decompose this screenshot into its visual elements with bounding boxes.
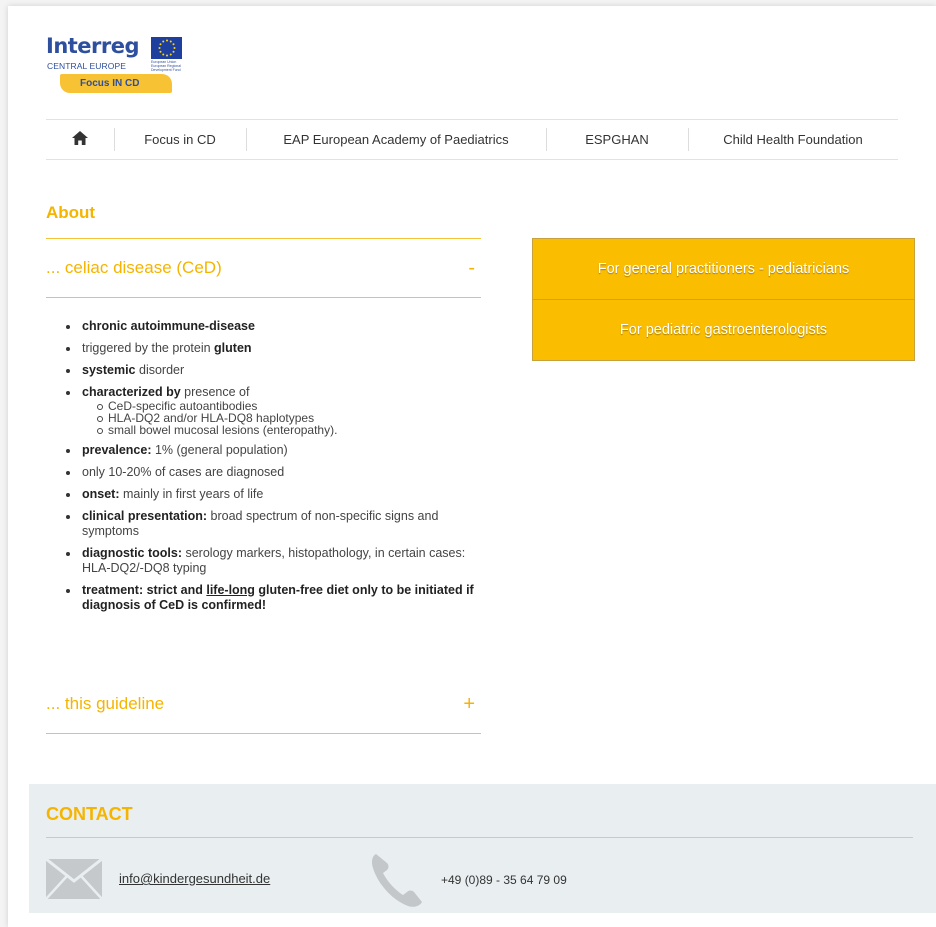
collapse-icon: - xyxy=(468,256,475,279)
accordion-celiac-disease[interactable]: ... celiac disease (CeD) - xyxy=(46,239,481,297)
logo-badge: Focus IN CD xyxy=(60,74,172,93)
logo-subtitle: CENTRAL EUROPE xyxy=(47,61,127,71)
list-item: only 10-20% of cases are diagnosed xyxy=(64,465,484,480)
nav-focus-in-cd[interactable]: Focus in CD xyxy=(114,120,246,159)
phone-number: +49 (0)89 - 35 64 79 09 xyxy=(441,873,567,887)
interreg-logo[interactable]: Interreg CENTRAL EUROPE European Union E… xyxy=(46,34,186,96)
divider xyxy=(46,297,481,298)
list-item: systemic disorder xyxy=(64,363,484,378)
list-item: chronic autoimmune-disease xyxy=(64,319,484,334)
pediatric-gastro-button[interactable]: For pediatric gastroenterologists xyxy=(532,299,915,361)
accordion-title: ... this guideline xyxy=(46,694,165,713)
nav-home[interactable] xyxy=(46,120,114,159)
list-item: diagnostic tools: serology markers, hist… xyxy=(64,546,484,576)
logo-fine-print: European Union European Regional Develop… xyxy=(151,60,181,72)
logo-wordmark: Interreg xyxy=(46,34,140,58)
nav-label: Focus in CD xyxy=(144,132,216,147)
nav-label: EAP European Academy of Paediatrics xyxy=(283,132,509,147)
list-item: triggered by the protein gluten xyxy=(64,341,484,356)
eu-flag-icon xyxy=(151,37,182,59)
email-link[interactable]: info@kindergesundheit.de xyxy=(119,871,270,886)
contact-section: CONTACT info@kindergesundheit.de +49 (0)… xyxy=(29,784,936,913)
divider xyxy=(46,733,481,734)
gp-pediatricians-button[interactable]: For general practitioners - pediatrician… xyxy=(532,238,915,300)
mail-icon xyxy=(45,857,103,903)
phone-icon xyxy=(370,852,424,912)
sub-list-item: small bowel mucosal lesions (enteropathy… xyxy=(96,424,484,436)
bullet-list: chronic autoimmune-disease triggered by … xyxy=(64,319,484,613)
list-item: onset: mainly in first years of life xyxy=(64,487,484,502)
home-icon xyxy=(72,131,88,148)
sub-list: CeD-specific autoantibodies HLA-DQ2 and/… xyxy=(96,400,484,436)
about-heading: About xyxy=(46,203,96,222)
nav-label: ESPGHAN xyxy=(585,132,649,147)
accordion-content: chronic autoimmune-disease triggered by … xyxy=(64,319,484,620)
list-item: characterized by presence of CeD-specifi… xyxy=(64,385,484,436)
accordion-title: ... celiac disease (CeD) xyxy=(46,258,222,277)
list-item: clinical presentation: broad spectrum of… xyxy=(64,509,484,539)
main-nav: Focus in CD EAP European Academy of Paed… xyxy=(46,119,898,160)
nav-espghan[interactable]: ESPGHAN xyxy=(546,120,688,159)
accordion-this-guideline[interactable]: ... this guideline + xyxy=(46,675,481,733)
nav-label: Child Health Foundation xyxy=(723,132,863,147)
list-item: prevalence: 1% (general population) xyxy=(64,443,484,458)
nav-child-health-foundation[interactable]: Child Health Foundation xyxy=(688,120,898,159)
contact-heading: CONTACT xyxy=(46,804,133,824)
divider xyxy=(46,837,913,838)
page: Interreg CENTRAL EUROPE European Union E… xyxy=(8,6,936,927)
nav-eap[interactable]: EAP European Academy of Paediatrics xyxy=(246,120,546,159)
list-item: treatment: strict and life-long gluten-f… xyxy=(64,583,484,613)
expand-icon: + xyxy=(463,692,475,715)
